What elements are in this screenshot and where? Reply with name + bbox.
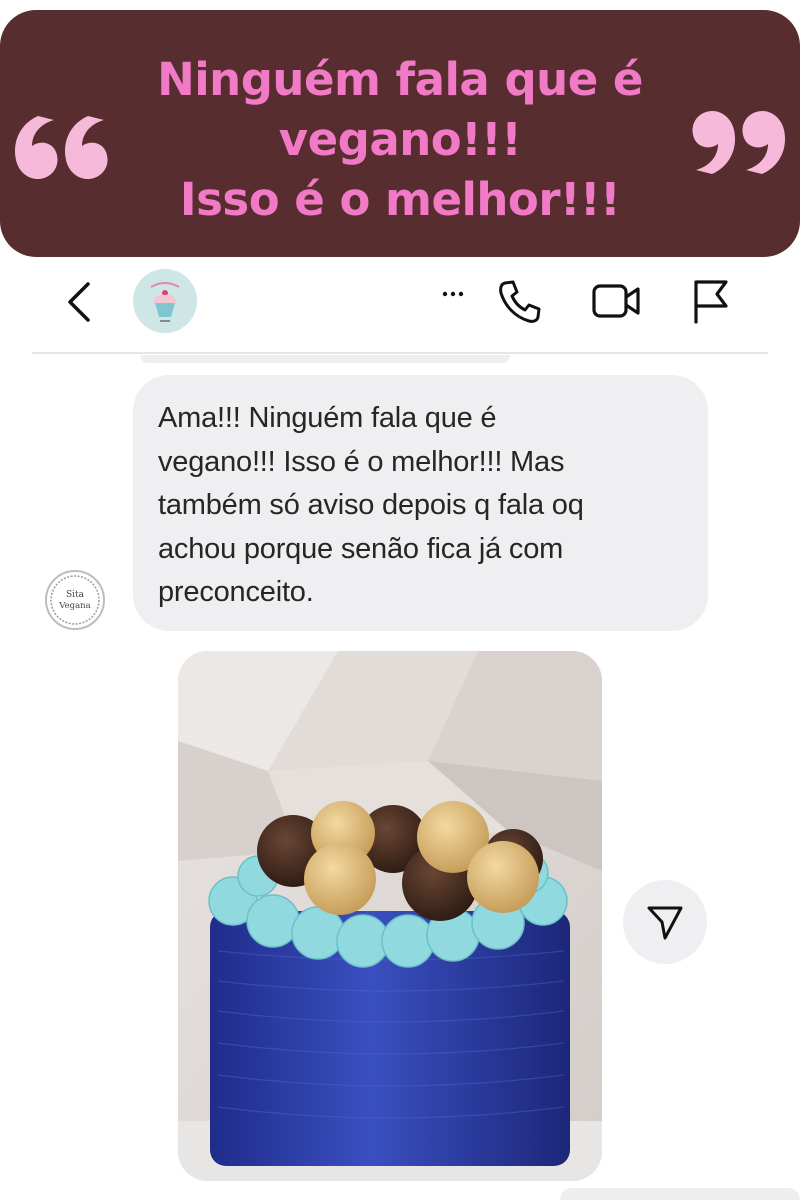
sender-avatar[interactable]: Sita Vegana (45, 570, 105, 630)
share-button[interactable] (623, 880, 707, 964)
ellipsis-icon[interactable] (440, 284, 468, 304)
sender-logo-line-2: Vegana (58, 601, 90, 611)
message-line: vegano!!! Isso é o melhor!!! Mas (158, 445, 565, 478)
sita-vegana-logo: Sita Vegana (50, 575, 100, 625)
video-camera-icon[interactable] (590, 278, 644, 324)
message-bubble[interactable]: Ama!!! Ninguém fala que é vegano!!! Isso… (133, 375, 708, 631)
banner-line-2: vegano!!! (278, 113, 522, 166)
flag-icon[interactable] (690, 278, 732, 324)
contact-avatar[interactable] (133, 269, 197, 333)
message-line: também só aviso depois q fala oq (158, 489, 584, 521)
close-quote-icon (692, 110, 786, 174)
banner-quote: Ninguém fala que é vegano!!! Isso é o me… (120, 50, 680, 230)
cupcake-logo-icon (133, 269, 197, 333)
quote-banner: Ninguém fala que é vegano!!! Isso é o me… (0, 10, 800, 257)
message-line: achou porque senão fica já com (158, 532, 564, 565)
chat-header (0, 258, 800, 354)
message-text: Ama!!! Ninguém fala que é vegano!!! Isso… (158, 397, 682, 615)
next-message-edge (560, 1188, 800, 1200)
phone-icon[interactable] (495, 276, 545, 326)
cake-image (178, 651, 602, 1181)
message-line: Ama!!! Ninguém fala que é (158, 402, 497, 434)
header-divider (32, 352, 768, 354)
open-quote-icon (14, 116, 108, 180)
message-line: preconceito. (158, 576, 314, 608)
banner-line-1: Ninguém fala que é (157, 53, 643, 106)
send-icon (647, 906, 683, 940)
previous-message-edge (140, 355, 510, 363)
sender-logo-line-1: Sita (66, 590, 85, 600)
banner-line-3: Isso é o melhor!!! (179, 173, 621, 226)
chevron-left-icon[interactable] (60, 280, 100, 324)
cake-photo[interactable] (178, 651, 602, 1181)
